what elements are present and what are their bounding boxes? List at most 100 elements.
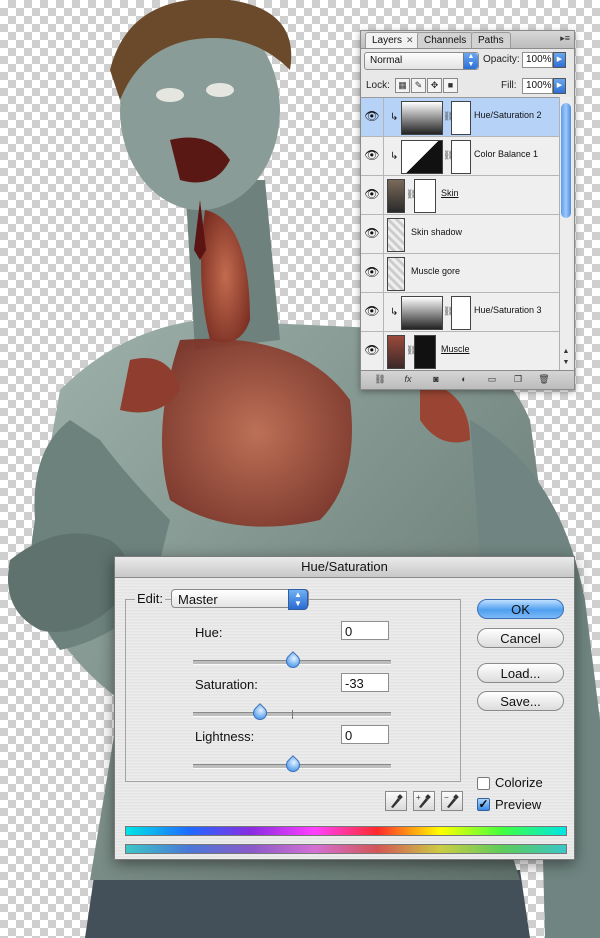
colorize-label: Colorize — [495, 775, 543, 790]
lock-pixels-icon[interactable]: ✎ — [411, 78, 426, 93]
right-eye — [206, 83, 234, 97]
visibility-divider — [383, 176, 384, 214]
layers-panel: Layers ✕ Channels Paths ▸≡ Normal ▲ ▼ Opac… — [360, 30, 575, 390]
visibility-divider — [383, 215, 384, 253]
tab-layers-label: Layers — [372, 35, 403, 46]
adjustment-thumbnail[interactable] — [401, 101, 443, 135]
layer-name: Skin shadow — [411, 227, 463, 237]
mask-thumbnail[interactable] — [451, 296, 471, 330]
opacity-flyout-button[interactable]: ▶ — [553, 52, 566, 68]
fill-field[interactable]: 100% — [522, 78, 553, 94]
eyedropper-plus-glyph: + — [416, 793, 431, 808]
balance-thumbnail[interactable] — [401, 140, 443, 174]
layers-scrollbar[interactable]: ▲ ▼ — [559, 97, 572, 370]
layer-row[interactable]: 👁 ↳ ⛓ Hue/Saturation 2 — [361, 98, 559, 137]
tab-paths-label: Paths — [478, 35, 504, 46]
edit-value: Master — [178, 592, 218, 607]
layers-bottom-bar: ⛓ fx ◙ ◐ ▭ ❐ 🗑 — [361, 370, 574, 389]
eye-icon[interactable]: 👁 — [363, 186, 381, 202]
layer-row[interactable]: 👁 ↳ ⛓ Hue/Saturation 3 — [361, 293, 559, 332]
lock-position-icon[interactable]: ✥ — [427, 78, 442, 93]
layer-thumbnail[interactable] — [387, 257, 405, 291]
preview-checkbox[interactable]: ✓ — [477, 798, 490, 811]
layer-style-icon[interactable]: fx — [401, 373, 415, 386]
visibility-divider — [383, 137, 384, 175]
layer-row[interactable]: 👁 Muscle gore — [361, 254, 559, 293]
opacity-field[interactable]: 100% — [522, 52, 553, 68]
add-mask-icon[interactable]: ◙ — [429, 373, 443, 386]
hue-label: Hue: — [195, 625, 223, 640]
tab-channels[interactable]: Channels — [417, 32, 474, 48]
saturation-field[interactable]: -33 — [341, 673, 389, 692]
saturation-label: Saturation: — [195, 677, 258, 692]
colorize-checkbox[interactable] — [477, 777, 490, 790]
eyedropper-minus-glyph: − — [444, 793, 459, 808]
opacity-label: Opacity: — [483, 54, 520, 65]
eye-icon[interactable]: 👁 — [363, 108, 381, 124]
ok-button[interactable]: OK — [477, 599, 564, 619]
layer-thumbnail[interactable] — [387, 335, 405, 369]
scroll-up-icon[interactable]: ▲ — [560, 348, 572, 358]
layer-name: Muscle — [441, 344, 470, 354]
layer-row[interactable]: 👁 Skin shadow — [361, 215, 559, 254]
hue-field[interactable]: 0 — [341, 621, 389, 640]
new-layer-icon[interactable]: ❐ — [511, 373, 525, 386]
lightness-slider[interactable] — [193, 755, 391, 775]
panel-menu-icon[interactable]: ▸≡ — [560, 33, 570, 44]
eye-icon[interactable]: 👁 — [363, 264, 381, 280]
preview-label: Preview — [495, 797, 542, 812]
edit-select[interactable]: Master ▲ ▼ — [171, 589, 309, 610]
trash-icon[interactable]: 🗑 — [537, 373, 551, 386]
mask-thumbnail[interactable] — [451, 101, 471, 135]
fill-label: Fill: — [501, 80, 517, 91]
close-tab-icon[interactable]: ✕ — [406, 35, 414, 45]
new-group-icon[interactable]: ▭ — [485, 373, 499, 386]
mask-thumbnail[interactable] — [451, 140, 471, 174]
mask-thumbnail[interactable] — [414, 179, 436, 213]
eye-icon[interactable]: 👁 — [363, 225, 381, 241]
eyedropper-glyph — [391, 794, 403, 808]
layer-row[interactable]: 👁 ⛓ Muscle — [361, 332, 559, 371]
cancel-button[interactable]: Cancel — [477, 628, 564, 648]
eye-icon[interactable]: 👁 — [363, 147, 381, 163]
save-button[interactable]: Save... — [477, 691, 564, 711]
scroll-down-icon[interactable]: ▼ — [560, 359, 572, 369]
updown-arrows-icon: ▲ ▼ — [463, 53, 478, 69]
layer-row[interactable]: 👁 ↳ ⛓ Color Balance 1 — [361, 137, 559, 176]
eye-icon[interactable]: 👁 — [363, 303, 381, 319]
left-eye — [156, 88, 184, 102]
blend-mode-value: Normal — [370, 55, 403, 66]
slider-center-tick — [292, 710, 293, 719]
eyedropper-plus-icon[interactable]: + — [413, 791, 435, 811]
eyedropper-icon[interactable] — [385, 791, 407, 811]
updown-arrows-icon: ▲ ▼ — [288, 589, 308, 610]
layer-thumbnail[interactable] — [387, 218, 405, 252]
hue-slider[interactable] — [193, 651, 391, 671]
layer-thumbnail[interactable] — [387, 179, 405, 213]
scroll-thumb[interactable] — [561, 103, 571, 218]
fill-flyout-button[interactable]: ▶ — [553, 78, 566, 94]
lock-all-icon[interactable]: ■ — [443, 78, 458, 93]
saturation-slider[interactable] — [193, 703, 391, 723]
visibility-divider — [383, 332, 384, 370]
tab-layers[interactable]: Layers ✕ — [365, 32, 421, 48]
adjustment-thumbnail[interactable] — [401, 296, 443, 330]
lightness-label: Lightness: — [195, 729, 255, 744]
lock-icons: ▦ ✎ ✥ ■ — [395, 78, 459, 93]
layer-row[interactable]: 👁 ⛓ Skin — [361, 176, 559, 215]
tab-channels-label: Channels — [424, 35, 467, 46]
layer-name: Color Balance 1 — [474, 149, 539, 159]
tab-paths[interactable]: Paths — [471, 32, 511, 48]
clip-arrow-icon: ↳ — [390, 307, 399, 318]
mask-thumbnail[interactable] — [414, 335, 436, 369]
blend-mode-select[interactable]: Normal ▲ ▼ — [364, 52, 479, 70]
lightness-field[interactable]: 0 — [341, 725, 389, 744]
link-layers-icon[interactable]: ⛓ — [373, 373, 387, 386]
adjustment-layer-icon[interactable]: ◐ — [457, 373, 471, 386]
eyedropper-minus-icon[interactable]: − — [441, 791, 463, 811]
load-button[interactable]: Load... — [477, 663, 564, 683]
layer-name: Hue/Saturation 3 — [474, 305, 542, 315]
eye-icon[interactable]: 👁 — [363, 342, 381, 358]
lock-transparency-icon[interactable]: ▦ — [395, 78, 410, 93]
hue-saturation-dialog: Hue/Saturation Edit: Master ▲ ▼ Hue: 0 Sa… — [114, 556, 575, 860]
